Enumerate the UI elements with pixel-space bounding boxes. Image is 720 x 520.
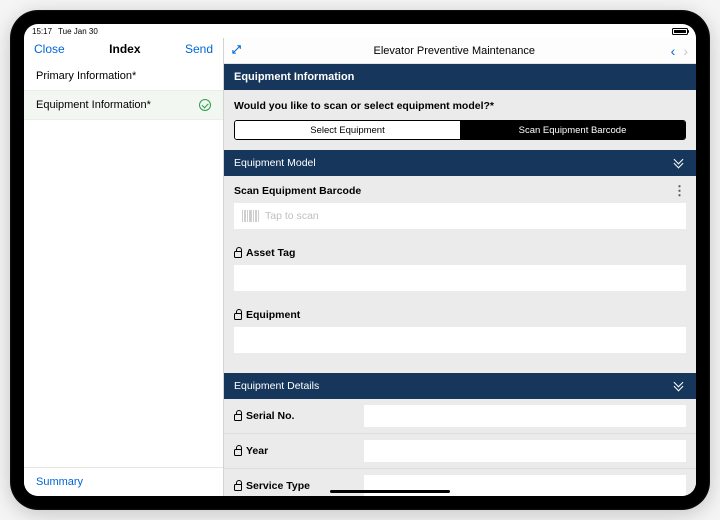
- sidebar: Close Index Send Primary Information* Eq…: [24, 38, 224, 496]
- year-field: Year: [224, 434, 696, 469]
- equipment-model-header[interactable]: Equipment Model: [224, 150, 696, 176]
- asset-tag-input[interactable]: [234, 265, 686, 291]
- nav-item-label: Equipment Information*: [36, 99, 151, 111]
- prev-page-button[interactable]: ‹: [671, 44, 676, 58]
- equipment-field: Equipment: [224, 301, 696, 363]
- group-header-label: Equipment Model: [234, 157, 316, 169]
- device-frame: 15:17 Tue Jan 30 Close Index Send Primar…: [10, 10, 710, 510]
- lock-icon: [234, 449, 242, 456]
- kebab-icon[interactable]: ⋮: [673, 184, 686, 197]
- screen: 15:17 Tue Jan 30 Close Index Send Primar…: [24, 24, 696, 496]
- expand-icon[interactable]: ⤢: [232, 44, 238, 57]
- page-title: Elevator Preventive Maintenance: [246, 45, 663, 57]
- asset-tag-label: Asset Tag: [246, 247, 295, 259]
- service-type-field: Service Type: [224, 469, 696, 496]
- section-title: Equipment Information: [224, 64, 696, 90]
- status-time: 15:17: [32, 27, 52, 36]
- segmented-control: Select Equipment Scan Equipment Barcode: [234, 120, 686, 140]
- lock-icon: [234, 414, 242, 421]
- lock-icon: [234, 251, 242, 258]
- lock-icon: [234, 313, 242, 320]
- send-button[interactable]: Send: [185, 42, 213, 56]
- sidebar-header: Close Index Send: [24, 38, 223, 62]
- lock-icon: [234, 484, 242, 491]
- serial-no-input[interactable]: [364, 405, 686, 427]
- check-icon: [199, 99, 211, 111]
- content-scroll[interactable]: Equipment Information Would you like to …: [224, 64, 696, 496]
- group-header-label: Equipment Details: [234, 380, 319, 392]
- scan-or-select-question: Would you like to scan or select equipme…: [224, 90, 696, 120]
- nav-item-label: Primary Information*: [36, 70, 136, 82]
- sidebar-title: Index: [109, 42, 140, 56]
- nav-item-primary-information[interactable]: Primary Information*: [24, 62, 223, 91]
- year-label: Year: [246, 445, 268, 457]
- home-indicator[interactable]: [330, 490, 450, 493]
- main-pane: ⤢ Elevator Preventive Maintenance ‹ › Eq…: [224, 38, 696, 496]
- scan-input[interactable]: Tap to scan: [234, 203, 686, 229]
- service-type-label: Service Type: [246, 480, 310, 492]
- scan-field-label: Scan Equipment Barcode: [234, 185, 361, 197]
- equipment-details-header[interactable]: Equipment Details: [224, 373, 696, 399]
- serial-no-field: Serial No.: [224, 399, 696, 434]
- nav-list: Primary Information* Equipment Informati…: [24, 62, 223, 467]
- asset-tag-field: Asset Tag: [224, 239, 696, 301]
- status-date: Tue Jan 30: [58, 27, 98, 36]
- year-input[interactable]: [364, 440, 686, 462]
- scan-placeholder: Tap to scan: [265, 210, 319, 222]
- battery-icon: [672, 28, 688, 35]
- status-bar: 15:17 Tue Jan 30: [24, 24, 696, 38]
- scan-field-header: Scan Equipment Barcode ⋮: [224, 176, 696, 203]
- barcode-icon: [242, 210, 259, 222]
- next-page-button[interactable]: ›: [683, 44, 688, 58]
- seg-scan-barcode[interactable]: Scan Equipment Barcode: [460, 121, 685, 139]
- equipment-input[interactable]: [234, 327, 686, 353]
- close-button[interactable]: Close: [34, 42, 65, 56]
- equipment-label: Equipment: [246, 309, 300, 321]
- main-header: ⤢ Elevator Preventive Maintenance ‹ ›: [224, 38, 696, 64]
- serial-no-label: Serial No.: [246, 410, 294, 422]
- summary-button[interactable]: Summary: [24, 467, 223, 496]
- nav-item-equipment-information[interactable]: Equipment Information*: [24, 91, 223, 120]
- chevron-down-icon: [672, 380, 686, 392]
- page-nav: ‹ ›: [671, 44, 688, 58]
- app-body: Close Index Send Primary Information* Eq…: [24, 38, 696, 496]
- seg-select-equipment[interactable]: Select Equipment: [235, 121, 460, 139]
- chevron-down-icon: [672, 157, 686, 169]
